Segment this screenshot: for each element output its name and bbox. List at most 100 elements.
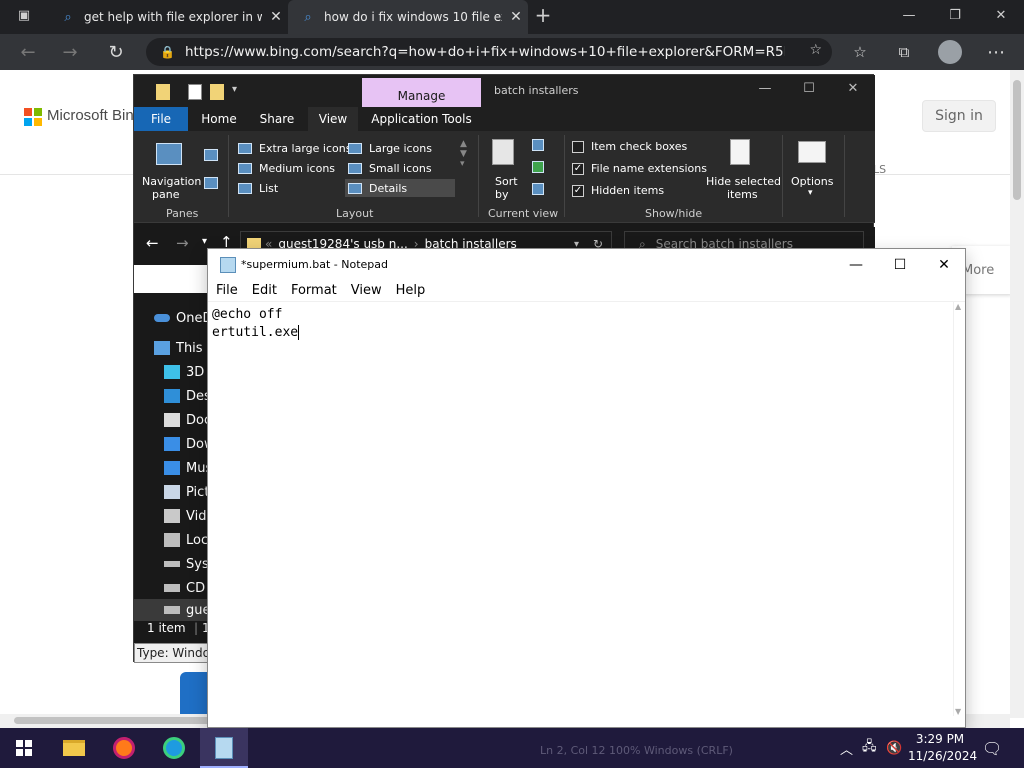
scroll-down-icon[interactable]: ▼ [955, 707, 961, 716]
navigation-pane-button[interactable]: Navigation [142, 175, 201, 188]
back-icon[interactable]: ← [146, 234, 159, 252]
browser-tab-1[interactable]: ⌕ get help with file explorer in win ✕ [48, 0, 288, 34]
maximize-icon[interactable]: ☐ [878, 249, 922, 280]
favorites-icon[interactable]: ☆ [842, 34, 878, 70]
nav-item-3d-objects[interactable]: 3D [164, 361, 204, 383]
bing-brand[interactable]: Microsoft Bing [47, 107, 142, 124]
restore-icon[interactable]: ❐ [932, 0, 978, 30]
nav-item-documents[interactable]: Doc [164, 409, 211, 431]
more-label: More [962, 262, 995, 278]
item-check-boxes-checkbox[interactable] [572, 141, 584, 153]
options-dropdown-icon[interactable]: ▾ [808, 188, 813, 198]
tab-actions-icon[interactable]: ▣ [2, 0, 46, 30]
sort-by-button[interactable]: Sort [495, 175, 518, 188]
new-folder-icon[interactable] [210, 84, 224, 100]
forward-icon[interactable]: → [52, 34, 88, 70]
add-columns-icon[interactable] [532, 161, 544, 173]
file-name-extensions-checkbox[interactable]: ✓ [572, 163, 584, 175]
taskbar-notepad[interactable] [200, 728, 248, 768]
layout-medium-icons[interactable]: Medium icons [259, 162, 335, 175]
taskbar-file-explorer[interactable] [50, 728, 98, 768]
tab-share[interactable]: Share [250, 107, 304, 131]
horizontal-scrollbar-thumb[interactable] [14, 717, 214, 724]
profile-avatar[interactable] [938, 40, 962, 64]
close-icon[interactable]: ✕ [268, 9, 284, 25]
options-button[interactable]: Options [791, 175, 833, 188]
tab-view[interactable]: View [308, 107, 358, 131]
add-favorite-icon[interactable]: ☆ [809, 42, 822, 58]
layout-large-icons[interactable]: Large icons [369, 142, 432, 155]
scroll-up-icon[interactable]: ▲ [955, 302, 961, 311]
menu-help[interactable]: Help [390, 283, 432, 298]
close-window-icon[interactable]: ✕ [978, 0, 1024, 30]
divider [228, 135, 229, 217]
item-check-boxes-label[interactable]: Item check boxes [591, 140, 687, 153]
clock[interactable]: 3:29 PM 11/26/2024 [908, 731, 977, 765]
recent-locations-icon[interactable]: ▾ [202, 236, 207, 247]
show-hidden-icons[interactable]: ︿ [840, 728, 853, 768]
nav-item-music[interactable]: Mus [164, 457, 212, 479]
sign-in-button[interactable]: Sign in [922, 100, 996, 132]
collections-icon[interactable]: ⧉ [886, 34, 922, 70]
hide-selected-items-button-line2[interactable]: items [727, 188, 758, 201]
layout-small-icons[interactable]: Small icons [369, 162, 432, 175]
file-name-extensions-label[interactable]: File name extensions [591, 162, 707, 175]
scrollbar-thumb[interactable] [1013, 80, 1021, 200]
hide-selected-items-button[interactable]: Hide selected [706, 175, 781, 188]
notifications-icon[interactable]: 🗨 [982, 728, 1002, 768]
tab-application-tools[interactable]: Application Tools [362, 107, 481, 131]
minimize-icon[interactable]: — [750, 81, 780, 96]
notepad-text-area[interactable]: @echo off ertutil.exe [208, 302, 953, 716]
nav-item-desktop[interactable]: Des [164, 385, 211, 407]
navigation-pane-button-line2[interactable]: pane [152, 188, 179, 201]
network-icon[interactable]: 🖧 [862, 728, 877, 768]
back-icon[interactable]: ← [10, 34, 46, 70]
nav-item-usb-drive[interactable]: gue [164, 599, 211, 621]
taskbar-edge[interactable] [150, 728, 198, 768]
minimize-icon[interactable]: — [886, 0, 932, 30]
hidden-items-checkbox[interactable]: ✓ [572, 185, 584, 197]
size-columns-icon[interactable] [532, 183, 544, 195]
close-icon[interactable]: ✕ [838, 81, 868, 96]
hidden-items-label[interactable]: Hidden items [591, 184, 664, 197]
details-pane-icon[interactable] [204, 177, 218, 189]
menu-file[interactable]: File [210, 283, 244, 298]
address-bar[interactable]: 🔒 https://www.bing.com/search?q=how+do+i… [146, 38, 832, 66]
start-button[interactable] [0, 728, 48, 768]
menu-format[interactable]: Format [285, 283, 343, 298]
tab-home[interactable]: Home [192, 107, 246, 131]
tab-file[interactable]: File [134, 107, 188, 131]
refresh-icon[interactable]: ↻ [98, 34, 134, 70]
nav-item-onedrive[interactable]: OneD [154, 307, 212, 329]
nav-item-pictures[interactable]: Pict [164, 481, 209, 503]
drive-icon [164, 561, 180, 567]
close-icon[interactable]: ✕ [922, 249, 966, 280]
new-tab-button[interactable]: + [520, 0, 566, 30]
nav-item-this-pc[interactable]: This [154, 337, 203, 359]
volume-muted-icon[interactable]: 🔇 [886, 728, 902, 768]
navigation-pane-icon [156, 143, 182, 165]
browser-tab-2[interactable]: ⌕ how do i fix windows 10 file expl ✕ [288, 0, 528, 34]
notepad-scrollbar[interactable]: ▲ ▼ [953, 302, 965, 716]
settings-menu-icon[interactable]: ⋯ [978, 34, 1014, 70]
menu-edit[interactable]: Edit [246, 283, 283, 298]
maximize-icon[interactable]: ☐ [794, 81, 824, 96]
nav-item-local-disk[interactable]: Loc [164, 529, 208, 551]
layout-scroll-icon[interactable]: ▲ ▼ ▾ [460, 139, 467, 169]
minimize-icon[interactable]: — [834, 249, 878, 280]
taskbar-firefox[interactable] [100, 728, 148, 768]
manage-tab[interactable]: Manage [362, 78, 481, 107]
result-thumbnail[interactable] [180, 672, 210, 716]
menu-view[interactable]: View [345, 283, 388, 298]
nav-item-cd-drive[interactable]: CD [164, 577, 205, 599]
sort-by-button-line2[interactable]: by [495, 188, 509, 201]
layout-list[interactable]: List [259, 182, 278, 195]
layout-details[interactable]: Details [369, 182, 407, 195]
nav-item-system-drive[interactable]: Sys [164, 553, 209, 575]
group-by-icon[interactable] [532, 139, 544, 151]
layout-extra-large-icons[interactable]: Extra large icons [259, 142, 351, 155]
properties-icon[interactable] [188, 84, 202, 100]
forward-icon[interactable]: → [176, 234, 189, 252]
customize-toolbar-icon[interactable]: ▾ [232, 84, 246, 100]
preview-pane-icon[interactable] [204, 149, 218, 161]
